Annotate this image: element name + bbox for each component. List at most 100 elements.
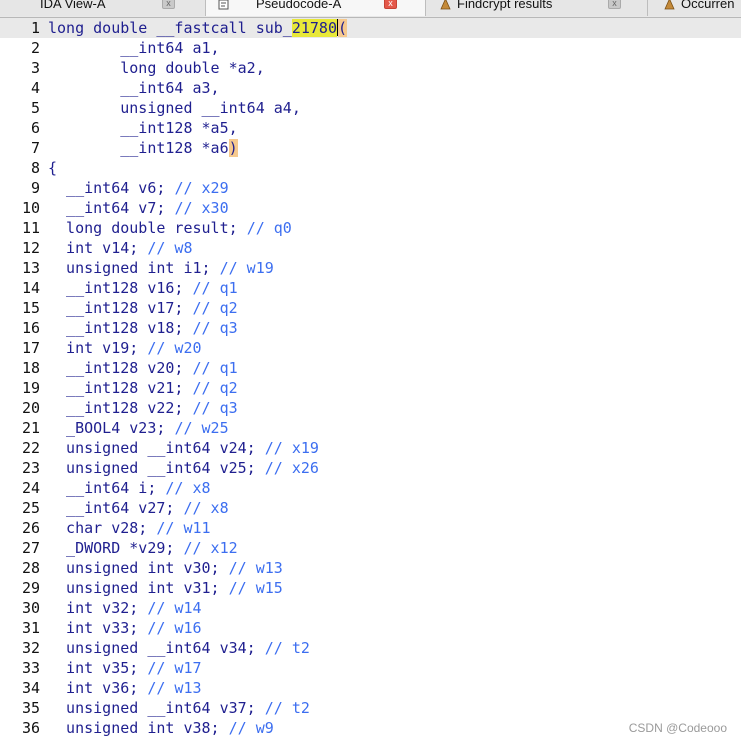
code-text[interactable]: __int128 v17; // q2 [48, 298, 238, 318]
code-text[interactable]: __int128 v20; // q1 [48, 358, 238, 378]
code-text[interactable]: unsigned __int64 v25; // x26 [48, 458, 319, 478]
code-text[interactable]: _DWORD *v29; // x12 [48, 538, 238, 558]
code-line[interactable]: 30 int v32; // w14 [0, 598, 741, 618]
code-text[interactable]: unsigned __int64 v34; // t2 [48, 638, 310, 658]
code-line[interactable]: 1 long double __fastcall sub_21780( [0, 18, 741, 38]
code-text[interactable]: int v35; // w17 [48, 658, 201, 678]
code-text[interactable]: __int128 *a6) [48, 138, 238, 158]
tab-findcrypt-results[interactable]: Findcrypt results x [426, 0, 648, 16]
code-text[interactable]: int v33; // w16 [48, 618, 201, 638]
code-text[interactable]: long double *a2, [48, 58, 265, 78]
code-text[interactable]: __int128 v18; // q3 [48, 318, 238, 338]
code-line[interactable]: 5 unsigned __int64 a4, [0, 98, 741, 118]
code-text[interactable]: __int64 v6; // x29 [48, 178, 229, 198]
code-line[interactable]: 15 __int128 v17; // q2 [0, 298, 741, 318]
code-line[interactable]: 33 int v35; // w17 [0, 658, 741, 678]
code-text[interactable]: __int64 a3, [48, 78, 219, 98]
code-line[interactable]: 22 unsigned __int64 v24; // x19 [0, 438, 741, 458]
code-line[interactable]: 14 __int128 v16; // q1 [0, 278, 741, 298]
code-comment: // w11 [156, 519, 211, 537]
pseudocode-view[interactable]: 1 long double __fastcall sub_21780(2 __in… [0, 18, 741, 741]
line-number: 6 [30, 119, 40, 137]
line-number: 31 [21, 619, 40, 637]
code-line[interactable]: 16 __int128 v18; // q3 [0, 318, 741, 338]
code-line[interactable]: 10 __int64 v7; // x30 [0, 198, 741, 218]
code-line[interactable]: 3 long double *a2, [0, 58, 741, 78]
code-line[interactable]: 31 int v33; // w16 [0, 618, 741, 638]
close-icon[interactable]: x [162, 0, 175, 9]
code-line[interactable]: 25 __int64 v27; // x8 [0, 498, 741, 518]
code-line[interactable]: 21 _BOOL4 v23; // w25 [0, 418, 741, 438]
code-text[interactable]: __int64 i; // x8 [48, 478, 211, 498]
highlighted-identifier[interactable]: 21780 [291, 19, 337, 37]
code-line[interactable]: 2 __int64 a1, [0, 38, 741, 58]
code-token: __int64 v6; [48, 179, 175, 197]
code-text[interactable]: int v19; // w20 [48, 338, 201, 358]
code-token: __int128 v22; [48, 399, 193, 417]
code-text[interactable]: unsigned __int64 a4, [48, 98, 301, 118]
code-line[interactable]: 11 long double result; // q0 [0, 218, 741, 238]
code-line[interactable]: 27 _DWORD *v29; // x12 [0, 538, 741, 558]
code-text[interactable]: int v32; // w14 [48, 598, 201, 618]
code-line[interactable]: 17 int v19; // w20 [0, 338, 741, 358]
code-line[interactable]: 12 int v14; // w8 [0, 238, 741, 258]
code-line[interactable]: 32 unsigned __int64 v34; // t2 [0, 638, 741, 658]
tab-ida-view[interactable]: IDA View-A x [0, 0, 206, 16]
code-line[interactable]: 26 char v28; // w11 [0, 518, 741, 538]
line-number: 1 [30, 19, 40, 37]
line-number: 16 [21, 319, 40, 337]
code-text[interactable]: __int128 v22; // q3 [48, 398, 238, 418]
code-text[interactable]: long double result; // q0 [48, 218, 292, 238]
code-text[interactable]: unsigned int v31; // w15 [48, 578, 283, 598]
code-text[interactable]: __int64 a1, [48, 38, 219, 58]
code-line[interactable]: 7 __int128 *a6) [0, 138, 741, 158]
code-token: __int128 v16; [48, 279, 193, 297]
line-number: 26 [21, 519, 40, 537]
code-text[interactable]: long double __fastcall sub_21780( [48, 18, 348, 38]
code-text[interactable]: char v28; // w11 [48, 518, 211, 538]
code-line[interactable]: 23 unsigned __int64 v25; // x26 [0, 458, 741, 478]
code-text[interactable]: unsigned int v30; // w13 [48, 558, 283, 578]
line-number: 24 [21, 479, 40, 497]
code-comment: // q1 [192, 279, 238, 297]
line-number: 19 [21, 379, 40, 397]
line-number: 30 [21, 599, 40, 617]
code-line[interactable]: 28 unsigned int v30; // w13 [0, 558, 741, 578]
matched-paren: ( [338, 19, 348, 37]
code-text[interactable]: unsigned int i1; // w19 [48, 258, 274, 278]
code-line[interactable]: 29 unsigned int v31; // w15 [0, 578, 741, 598]
code-comment: // x12 [183, 539, 238, 557]
code-line[interactable]: 4 __int64 a3, [0, 78, 741, 98]
code-line[interactable]: 6 __int128 *a5, [0, 118, 741, 138]
code-text[interactable]: __int64 v27; // x8 [48, 498, 229, 518]
code-comment: // w25 [174, 419, 229, 437]
code-line[interactable]: 18 __int128 v20; // q1 [0, 358, 741, 378]
code-text[interactable]: __int128 *a5, [48, 118, 237, 138]
code-line[interactable]: 35 unsigned __int64 v37; // t2 [0, 698, 741, 718]
code-line[interactable]: 24 __int64 i; // x8 [0, 478, 741, 498]
code-comment: // q3 [192, 319, 238, 337]
code-text[interactable]: { [48, 158, 57, 178]
code-text[interactable]: int v14; // w8 [48, 238, 192, 258]
code-text[interactable]: __int128 v16; // q1 [48, 278, 238, 298]
line-number: 15 [21, 299, 40, 317]
tab-occurrences[interactable]: Occurren [648, 0, 741, 16]
code-text[interactable]: unsigned int v38; // w9 [48, 718, 274, 738]
code-text[interactable]: __int64 v7; // x30 [48, 198, 229, 218]
line-number: 35 [21, 699, 40, 717]
code-line[interactable]: 20 __int128 v22; // q3 [0, 398, 741, 418]
code-line[interactable]: 8{ [0, 158, 741, 178]
tab-pseudocode[interactable]: Pseudocode-A x [206, 0, 426, 16]
code-line[interactable]: 9 __int64 v6; // x29 [0, 178, 741, 198]
code-text[interactable]: unsigned __int64 v24; // x19 [48, 438, 319, 458]
code-line[interactable]: 19 __int128 v21; // q2 [0, 378, 741, 398]
code-text[interactable]: _BOOL4 v23; // w25 [48, 418, 229, 438]
code-comment: // q1 [192, 359, 238, 377]
code-text[interactable]: __int128 v21; // q2 [48, 378, 238, 398]
code-line[interactable]: 13 unsigned int i1; // w19 [0, 258, 741, 278]
code-text[interactable]: unsigned __int64 v37; // t2 [48, 698, 310, 718]
close-icon[interactable]: x [608, 0, 621, 9]
close-icon[interactable]: x [384, 0, 397, 9]
code-line[interactable]: 34 int v36; // w13 [0, 678, 741, 698]
code-text[interactable]: int v36; // w13 [48, 678, 201, 698]
